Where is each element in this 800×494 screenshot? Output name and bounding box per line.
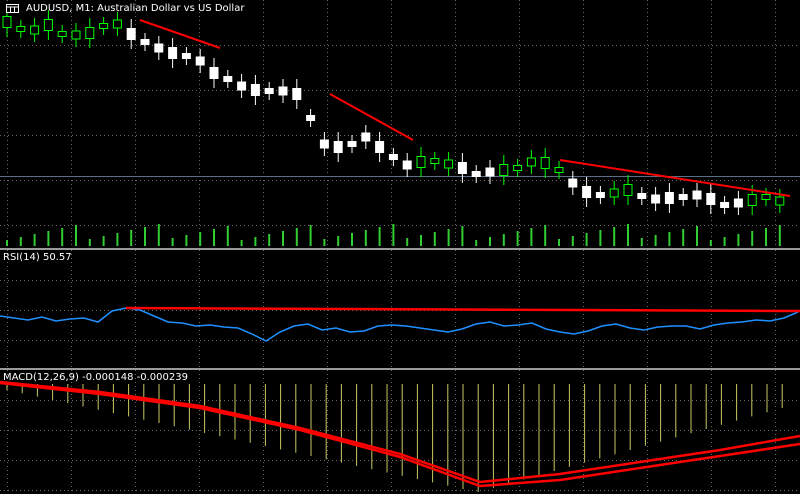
- candle: [651, 194, 661, 204]
- candle: [664, 192, 674, 204]
- candle: [154, 43, 164, 53]
- macd-signal-line: [0, 381, 800, 488]
- candle: [692, 190, 702, 200]
- candle: [747, 194, 757, 206]
- candle: [99, 23, 109, 29]
- candle: [388, 154, 398, 160]
- candle: [554, 167, 564, 173]
- candle: [16, 26, 26, 32]
- rsi-trendline: [125, 306, 800, 313]
- candle: [471, 171, 481, 177]
- candle: [540, 157, 550, 169]
- trendline: [139, 19, 221, 49]
- trendline: [559, 159, 791, 197]
- candle: [375, 141, 385, 153]
- candle: [720, 202, 730, 208]
- candle: [195, 56, 205, 66]
- rsi-indicator: [0, 250, 800, 368]
- candle: [526, 157, 536, 167]
- candle: [85, 27, 95, 39]
- main-chart-pane[interactable]: AUDUSD, M1: Australian Dollar vs US Doll…: [0, 0, 800, 248]
- candle: [609, 188, 619, 198]
- candle: [623, 184, 633, 196]
- candle: [209, 67, 219, 79]
- candle: [513, 165, 523, 171]
- candlestick-chart[interactable]: [0, 0, 800, 248]
- candle: [319, 139, 329, 149]
- candle: [582, 186, 592, 198]
- candle: [71, 30, 81, 40]
- candle: [444, 159, 454, 169]
- candle: [706, 193, 716, 205]
- candle: [775, 196, 785, 206]
- trendline: [329, 93, 414, 141]
- candle: [168, 47, 178, 59]
- candle: [140, 39, 150, 45]
- rsi-pane[interactable]: RSI(14) 50.57: [0, 250, 800, 368]
- macd-pane[interactable]: MACD(12,26,9) -0.000148 -0.000239: [0, 370, 800, 494]
- candle: [2, 16, 12, 28]
- candle: [568, 178, 578, 188]
- candle: [457, 162, 467, 174]
- candle: [30, 25, 40, 35]
- candle: [402, 160, 412, 170]
- candle: [112, 19, 122, 29]
- chart-title: AUDUSD, M1: Australian Dollar vs US Doll…: [26, 3, 245, 14]
- candle: [733, 198, 743, 208]
- candle: [333, 141, 343, 153]
- candle: [126, 28, 136, 40]
- rsi-label: RSI(14) 50.57: [3, 252, 72, 263]
- candle: [347, 141, 357, 147]
- candle: [43, 19, 53, 31]
- candle: [278, 86, 288, 96]
- candle: [57, 31, 67, 37]
- candle: [250, 84, 260, 96]
- candle: [761, 194, 771, 200]
- candle: [678, 194, 688, 200]
- candle: [637, 193, 647, 199]
- candle: [361, 132, 371, 142]
- candle: [595, 192, 605, 198]
- rsi-line: [0, 307, 799, 342]
- candle: [416, 156, 426, 168]
- macd-indicator: [0, 370, 800, 494]
- candle: [306, 115, 316, 121]
- candle: [499, 164, 509, 176]
- chart-window-icon: [6, 4, 19, 13]
- candle: [237, 81, 247, 91]
- candle: [430, 158, 440, 164]
- candle: [264, 88, 274, 94]
- macd-label: MACD(12,26,9) -0.000148 -0.000239: [3, 372, 188, 383]
- candle: [223, 76, 233, 82]
- candle: [292, 88, 302, 100]
- candle: [485, 167, 495, 177]
- candle: [181, 53, 191, 59]
